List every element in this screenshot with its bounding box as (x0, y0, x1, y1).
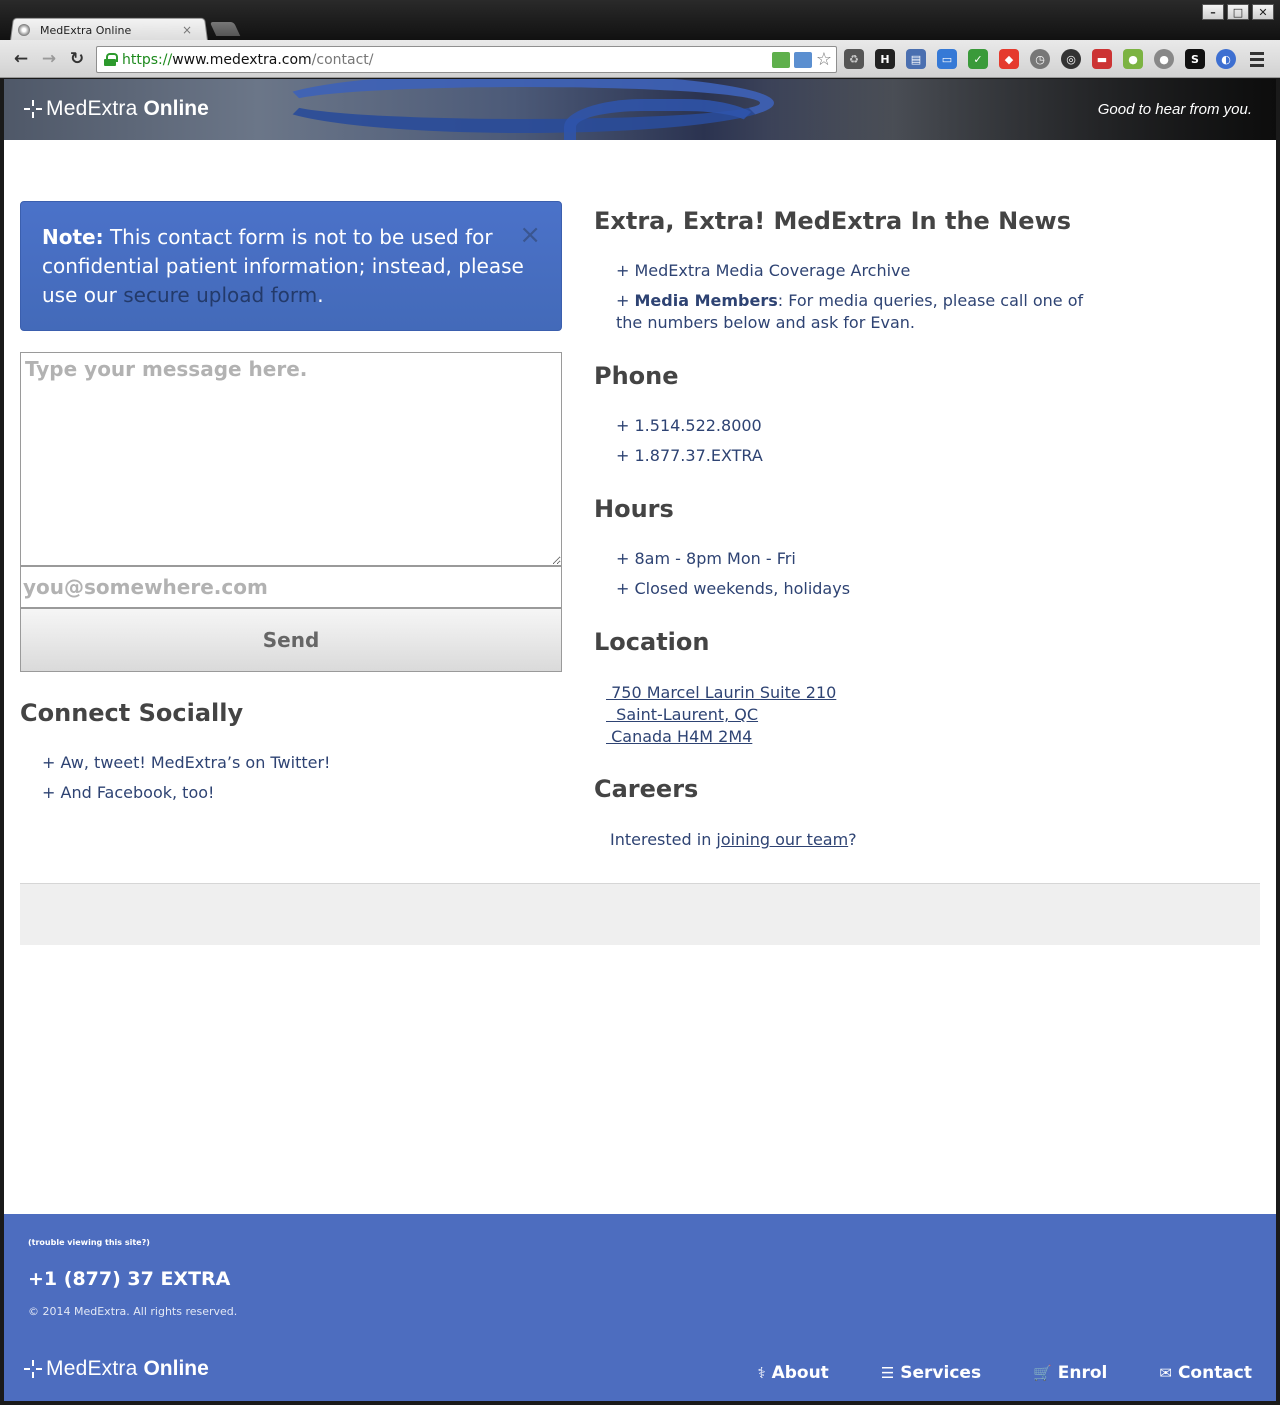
lock-icon (104, 53, 118, 66)
browser-window: MedExtra Online × – □ ✕ ← → ↻ https://ww… (0, 0, 1280, 1405)
brand-suffix: Online (143, 97, 209, 120)
maximize-button[interactable]: □ (1227, 4, 1249, 20)
tab-strip: MedExtra Online × – □ ✕ (0, 0, 1280, 41)
facebook-link[interactable]: + And Facebook, too! (42, 782, 330, 804)
bookmark-star-icon[interactable]: ☆ (816, 50, 832, 68)
note-alert: Note: This contact form is not to be use… (20, 201, 562, 331)
twitter-link[interactable]: + Aw, tweet! MedExtra’s on Twitter! (42, 752, 330, 774)
header-tagline: Good to hear from you. (1097, 101, 1252, 118)
media-archive-link[interactable]: + MedExtra Media Coverage Archive (616, 260, 1086, 282)
medextra-logo-icon (24, 1360, 42, 1378)
extension-green-icon[interactable] (771, 51, 790, 68)
forward-icon[interactable]: → (38, 48, 60, 70)
stethoscope-icon: ⚕ (757, 1364, 766, 1382)
media-members-item: + Media Members: For media queries, plea… (616, 291, 1084, 332)
trouble-viewing-link[interactable]: (trouble viewing this site?) (28, 1238, 150, 1247)
address-link[interactable]: 750 Marcel Laurin Suite 210 Saint-Lauren… (606, 682, 836, 748)
nav-services[interactable]: ☰ Services (881, 1363, 981, 1383)
cart-icon: 🛒 (1033, 1364, 1052, 1382)
check-extension-icon[interactable]: ✓ (968, 49, 988, 69)
html-validator-icon[interactable] (793, 51, 812, 68)
brand-name: MedExtra (46, 97, 138, 120)
s-extension-icon[interactable]: S (1185, 49, 1205, 69)
phone-number-local[interactable]: + 1.514.522.8000 (616, 415, 763, 437)
location-heading: Location (594, 628, 710, 656)
hours-weekdays: + 8am - 8pm Mon - Fri (616, 549, 796, 568)
favicon-icon (18, 24, 30, 36)
tab-title: MedExtra Online (40, 23, 132, 37)
address-line-2: Saint-Laurent, QC (606, 705, 759, 724)
page-extension-icon[interactable]: ▤ (906, 49, 926, 69)
close-window-button[interactable]: ✕ (1252, 4, 1274, 20)
join-team-link[interactable]: joining our team (716, 830, 848, 849)
new-tab-button[interactable] (209, 22, 241, 36)
careers-heading: Careers (594, 775, 699, 803)
send-button[interactable]: Send (20, 608, 562, 672)
reload-icon[interactable]: ↻ (66, 48, 88, 70)
flag-extension-icon[interactable]: ▬ (1092, 49, 1112, 69)
list-icon: ☰ (880, 1364, 895, 1382)
hours-list: + 8am - 8pm Mon - Fri + Closed weekends,… (616, 548, 850, 608)
window-extension-icon[interactable]: ▭ (937, 49, 957, 69)
address-line-1: 750 Marcel Laurin Suite 210 (606, 683, 837, 702)
close-icon[interactable]: × (519, 222, 541, 248)
recycle-icon[interactable]: ♻ (844, 49, 864, 69)
email-field[interactable] (20, 566, 562, 608)
nav-enrol[interactable]: 🛒 Enrol (1033, 1363, 1107, 1383)
site-footer: (trouble viewing this site?) +1 (877) 37… (4, 1214, 1276, 1401)
nav-about[interactable]: ⚕ About (757, 1363, 828, 1383)
color-picker-icon[interactable]: ◐ (1216, 49, 1236, 69)
footer-phone[interactable]: +1 (877) 37 EXTRA (28, 1268, 230, 1290)
android-icon[interactable]: ● (1123, 49, 1143, 69)
connect-socially-heading: Connect Socially (20, 699, 244, 727)
gray-circle-icon[interactable]: ● (1154, 49, 1174, 69)
back-icon[interactable]: ← (10, 48, 32, 70)
h-extension-icon[interactable]: H (875, 49, 895, 69)
site-logo[interactable]: MedExtra Online (24, 97, 209, 121)
sync-extension-icon[interactable]: ◎ (1061, 49, 1081, 69)
browser-toolbar: ← → ↻ https://www.medextra.com/contact/ … (0, 40, 1280, 78)
news-heading: Extra, Extra! MedExtra In the News (594, 207, 1071, 235)
tab-medextra[interactable]: MedExtra Online × (18, 19, 198, 41)
red-extension-icon[interactable]: ◆ (999, 49, 1019, 69)
note-label: Note: (42, 225, 104, 249)
message-textarea[interactable] (20, 352, 562, 566)
page-viewport: MedExtra Online Good to hear from you. N… (4, 79, 1276, 1401)
site-header: MedExtra Online Good to hear from you. (4, 79, 1276, 140)
phone-heading: Phone (594, 362, 679, 390)
url-text[interactable]: https://www.medextra.com/contact/ (122, 52, 374, 68)
content-divider-strip (20, 883, 1260, 945)
social-list: + Aw, tweet! MedExtra’s on Twitter! + An… (42, 752, 330, 812)
copyright: © 2014 MedExtra. All rights reserved. (28, 1305, 238, 1318)
phone-number-tollfree[interactable]: + 1.877.37.EXTRA (616, 445, 763, 467)
nav-contact[interactable]: ✉ Contact (1159, 1363, 1252, 1383)
careers-text: Interested in joining our team? (610, 830, 857, 849)
minimize-button[interactable]: – (1202, 4, 1224, 20)
menu-icon[interactable] (1250, 50, 1264, 68)
address-line-3: Canada H4M 2M4 (606, 727, 753, 746)
medextra-logo-icon (24, 100, 42, 118)
footer-logo[interactable]: MedExtra Online (24, 1357, 209, 1381)
news-list: + MedExtra Media Coverage Archive + Medi… (616, 260, 1086, 342)
hours-heading: Hours (594, 495, 674, 523)
close-tab-icon[interactable]: × (182, 23, 192, 37)
footer-nav: ⚕ About ☰ Services 🛒 Enrol ✉ Contact (757, 1363, 1252, 1383)
hours-closed: + Closed weekends, holidays (616, 579, 851, 598)
envelope-icon: ✉ (1159, 1364, 1172, 1382)
phone-list: + 1.514.522.8000 + 1.877.37.EXTRA (616, 415, 763, 475)
secure-upload-link[interactable]: secure upload form (123, 283, 317, 307)
address-bar[interactable]: https://www.medextra.com/contact/ ☆ (96, 46, 837, 73)
clock-extension-icon[interactable]: ◷ (1030, 49, 1050, 69)
